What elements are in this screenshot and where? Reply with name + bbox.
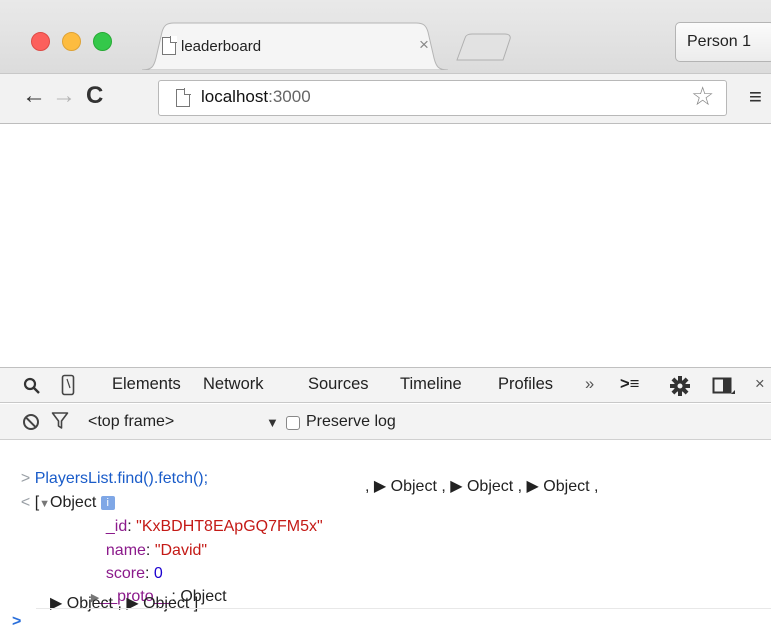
tab-elements[interactable]: Elements: [112, 375, 181, 394]
tab-sources[interactable]: Sources: [308, 375, 369, 394]
frame-selector[interactable]: <top frame>: [88, 413, 174, 431]
console-divider: [36, 608, 771, 609]
zoom-window-button[interactable]: [93, 32, 112, 51]
tab-close-icon[interactable]: ×: [419, 35, 429, 55]
chevron-down-icon[interactable]: ▼: [266, 415, 279, 430]
trailing-objects[interactable]: ▶ Object , ▶ Object ]: [50, 593, 198, 613]
hamburger-menu-icon[interactable]: ≡: [749, 84, 762, 110]
forward-arrow-icon[interactable]: →: [52, 82, 76, 110]
minimize-window-button[interactable]: [62, 32, 81, 51]
more-tabs-icon[interactable]: »: [585, 375, 594, 394]
console-caret-icon[interactable]: >: [12, 613, 21, 631]
close-devtools-icon[interactable]: ×: [755, 375, 765, 394]
gear-icon[interactable]: [669, 375, 691, 397]
preserve-log-label: Preserve log: [306, 413, 396, 430]
preserve-log-checkbox[interactable]: [286, 416, 300, 430]
expanded-object-label[interactable]: Object: [50, 494, 96, 511]
bookmark-star-icon[interactable]: ☆: [691, 81, 714, 112]
back-arrow-icon[interactable]: ←: [22, 82, 46, 110]
url-text: localhost:3000: [201, 87, 311, 107]
url-port: :3000: [268, 87, 311, 106]
new-tab-button[interactable]: [455, 33, 515, 61]
collapsed-objects[interactable]: , ▶ Object , ▶ Object , ▶ Object ,: [365, 476, 598, 496]
tab-network[interactable]: Network: [203, 375, 264, 394]
tab-profiles[interactable]: Profiles: [498, 375, 553, 394]
tab-timeline[interactable]: Timeline: [400, 375, 462, 394]
console-drawer-icon[interactable]: >≡: [620, 375, 639, 394]
dock-side-icon[interactable]: [712, 376, 736, 396]
profile-button[interactable]: Person 1: [675, 22, 771, 62]
filter-funnel-icon[interactable]: [51, 411, 69, 431]
inspect-search-icon[interactable]: [23, 377, 41, 395]
page-icon: [162, 36, 177, 55]
page-info-icon[interactable]: [176, 88, 191, 107]
clear-console-icon[interactable]: [23, 414, 39, 430]
tab-title: leaderboard: [181, 38, 262, 55]
device-mode-icon[interactable]: [61, 374, 75, 396]
close-window-button[interactable]: [31, 32, 50, 51]
url-host: localhost: [201, 87, 269, 106]
expand-triangle-icon[interactable]: ▼: [39, 498, 50, 510]
page-viewport: [0, 125, 771, 367]
reload-icon[interactable]: C: [86, 82, 103, 110]
result-arrow-icon: <: [20, 494, 31, 511]
